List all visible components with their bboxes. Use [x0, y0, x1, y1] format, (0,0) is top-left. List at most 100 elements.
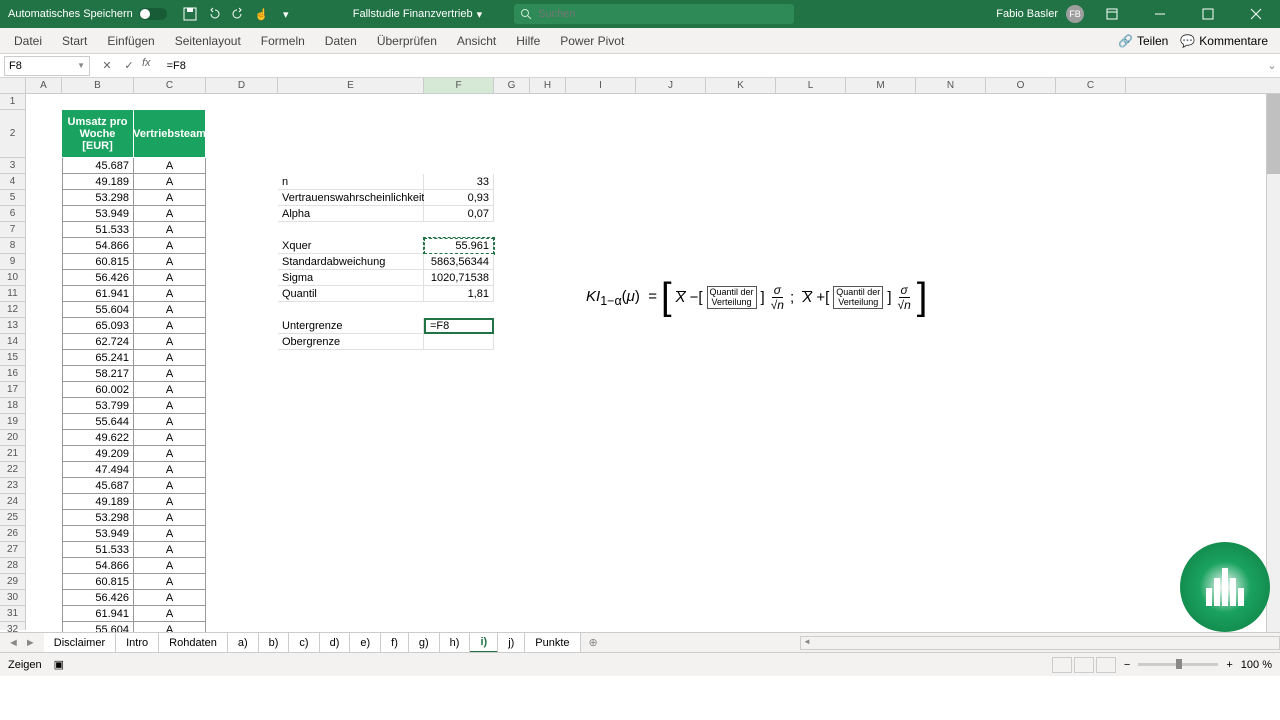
col-header-A[interactable]: A	[26, 78, 62, 93]
table-cell-b3[interactable]: 45.687	[62, 158, 134, 174]
sheet-tab-Punkte[interactable]: Punkte	[525, 633, 580, 653]
table-cell-b31[interactable]: 61.941	[62, 606, 134, 622]
ribbon-tab-formeln[interactable]: Formeln	[251, 28, 315, 54]
save-icon[interactable]	[183, 7, 197, 21]
row-header-19[interactable]: 19	[0, 414, 25, 430]
ribbon-tab-daten[interactable]: Daten	[315, 28, 367, 54]
row-header-18[interactable]: 18	[0, 398, 25, 414]
expand-formula-icon[interactable]: ⌄	[1264, 59, 1280, 72]
zoom-slider[interactable]	[1138, 663, 1218, 666]
stat-label-6[interactable]: Alpha	[278, 206, 424, 222]
col-header-G[interactable]: G	[494, 78, 530, 93]
table-cell-c24[interactable]: A	[134, 494, 206, 510]
ribbon-tab-überprüfen[interactable]: Überprüfen	[367, 28, 447, 54]
row-header-26[interactable]: 26	[0, 526, 25, 542]
table-cell-b6[interactable]: 53.949	[62, 206, 134, 222]
table-cell-c26[interactable]: A	[134, 526, 206, 542]
col-header-M[interactable]: M	[846, 78, 916, 93]
spreadsheet-grid[interactable]: ABCDEFGHIJKLMNOC 12345678910111213141516…	[0, 78, 1280, 676]
row-header-2[interactable]: 2	[0, 110, 25, 158]
row-header-7[interactable]: 7	[0, 222, 25, 238]
table-cell-b18[interactable]: 53.799	[62, 398, 134, 414]
row-header-5[interactable]: 5	[0, 190, 25, 206]
row-header-11[interactable]: 11	[0, 286, 25, 302]
ribbon-display-icon[interactable]	[1092, 0, 1132, 28]
table-cell-b15[interactable]: 65.241	[62, 350, 134, 366]
select-all-corner[interactable]	[0, 78, 26, 93]
user-name[interactable]: Fabio Basler	[996, 8, 1058, 20]
row-header-27[interactable]: 27	[0, 542, 25, 558]
table-cell-c4[interactable]: A	[134, 174, 206, 190]
table-cell-b4[interactable]: 49.189	[62, 174, 134, 190]
row-header-30[interactable]: 30	[0, 590, 25, 606]
table-cell-c31[interactable]: A	[134, 606, 206, 622]
ribbon-tab-seitenlayout[interactable]: Seitenlayout	[165, 28, 251, 54]
row-header-28[interactable]: 28	[0, 558, 25, 574]
table-cell-c6[interactable]: A	[134, 206, 206, 222]
fx-icon[interactable]: fx	[142, 57, 155, 75]
col-header-K[interactable]: K	[706, 78, 776, 93]
document-title[interactable]: Fallstudie Finanzvertrieb ▾	[341, 8, 494, 21]
row-header-17[interactable]: 17	[0, 382, 25, 398]
table-cell-b20[interactable]: 49.622	[62, 430, 134, 446]
close-icon[interactable]	[1236, 0, 1276, 28]
table-cell-c19[interactable]: A	[134, 414, 206, 430]
col-header-O[interactable]: O	[986, 78, 1056, 93]
table-cell-b13[interactable]: 65.093	[62, 318, 134, 334]
table-cell-c22[interactable]: A	[134, 462, 206, 478]
ribbon-tab-start[interactable]: Start	[52, 28, 97, 54]
table-cell-b8[interactable]: 54.866	[62, 238, 134, 254]
sheet-tab-b[interactable]: b)	[259, 633, 290, 653]
table-cell-b26[interactable]: 53.949	[62, 526, 134, 542]
table-header-umsatz[interactable]: Umsatz pro Woche [EUR]	[62, 110, 134, 158]
table-cell-b12[interactable]: 55.604	[62, 302, 134, 318]
col-header-F[interactable]: F	[424, 78, 494, 93]
row-header-21[interactable]: 21	[0, 446, 25, 462]
table-cell-c30[interactable]: A	[134, 590, 206, 606]
zoom-in-icon[interactable]: +	[1226, 659, 1232, 671]
table-cell-b5[interactable]: 53.298	[62, 190, 134, 206]
row-header-12[interactable]: 12	[0, 302, 25, 318]
maximize-icon[interactable]	[1188, 0, 1228, 28]
qat-dropdown-icon[interactable]: ▾	[279, 7, 293, 21]
table-cell-b27[interactable]: 51.533	[62, 542, 134, 558]
ribbon-tab-hilfe[interactable]: Hilfe	[506, 28, 550, 54]
cell-edit-input[interactable]	[430, 320, 488, 332]
table-cell-c29[interactable]: A	[134, 574, 206, 590]
view-buttons[interactable]	[1052, 657, 1116, 673]
row-header-29[interactable]: 29	[0, 574, 25, 590]
row-header-20[interactable]: 20	[0, 430, 25, 446]
table-cell-c16[interactable]: A	[134, 366, 206, 382]
stat-label-10[interactable]: Sigma	[278, 270, 424, 286]
row-header-22[interactable]: 22	[0, 462, 25, 478]
table-cell-b19[interactable]: 55.644	[62, 414, 134, 430]
row-header-6[interactable]: 6	[0, 206, 25, 222]
name-box[interactable]: F8 ▼	[4, 56, 90, 76]
sheet-tab-Intro[interactable]: Intro	[116, 633, 159, 653]
table-cell-c8[interactable]: A	[134, 238, 206, 254]
search-box[interactable]	[514, 4, 794, 24]
stat-label-14[interactable]: Obergrenze	[278, 334, 424, 350]
sheet-nav[interactable]: ◄►	[0, 637, 44, 649]
table-cell-c21[interactable]: A	[134, 446, 206, 462]
table-cell-c18[interactable]: A	[134, 398, 206, 414]
table-cell-b22[interactable]: 47.494	[62, 462, 134, 478]
row-header-24[interactable]: 24	[0, 494, 25, 510]
table-cell-b17[interactable]: 60.002	[62, 382, 134, 398]
sheet-tab-j[interactable]: j)	[498, 633, 525, 653]
table-cell-c13[interactable]: A	[134, 318, 206, 334]
table-cell-c17[interactable]: A	[134, 382, 206, 398]
table-header-team[interactable]: Vertriebsteam	[134, 110, 206, 158]
ribbon-tab-datei[interactable]: Datei	[4, 28, 52, 54]
stat-value-8[interactable]: 55.961	[424, 238, 494, 254]
stat-value-14[interactable]	[424, 334, 494, 350]
sheet-tab-g[interactable]: g)	[409, 633, 440, 653]
table-cell-b9[interactable]: 60.815	[62, 254, 134, 270]
ribbon-tab-power pivot[interactable]: Power Pivot	[550, 28, 634, 54]
autosave-toggle[interactable]: Automatisches Speichern	[0, 8, 175, 20]
user-avatar[interactable]: FB	[1066, 5, 1084, 23]
table-cell-b23[interactable]: 45.687	[62, 478, 134, 494]
col-header-D[interactable]: D	[206, 78, 278, 93]
row-header-13[interactable]: 13	[0, 318, 25, 334]
row-header-14[interactable]: 14	[0, 334, 25, 350]
